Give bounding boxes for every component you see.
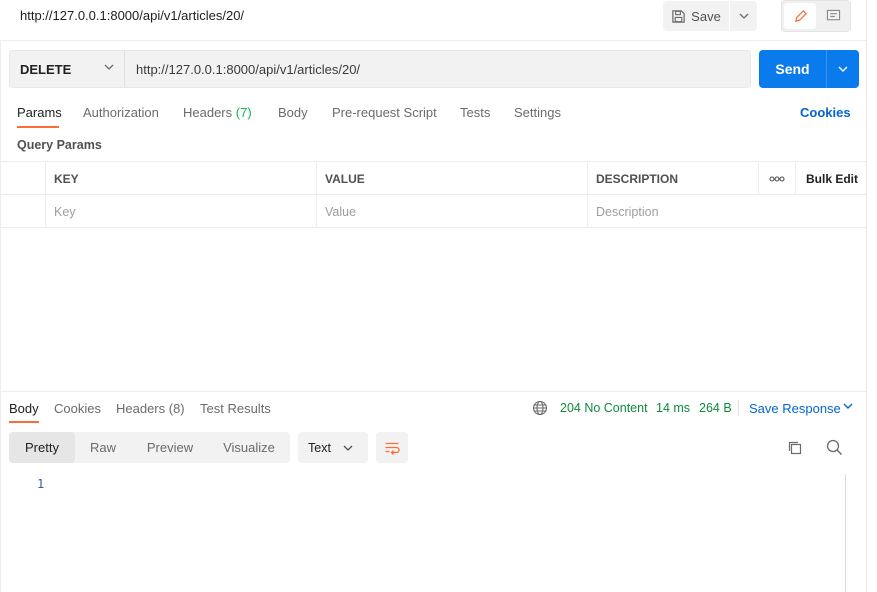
bulk-edit-button[interactable]: Bulk Edit xyxy=(796,162,866,195)
save-options-button[interactable] xyxy=(730,1,757,31)
response-pane xyxy=(0,391,866,592)
tab-authorization[interactable]: Authorization xyxy=(83,105,159,120)
response-tab-headers[interactable]: Headers (8) xyxy=(116,401,185,416)
status-divider xyxy=(738,400,739,416)
wrap-lines-button[interactable] xyxy=(376,432,408,463)
save-button-group: Save xyxy=(663,1,757,31)
key-column-header: KEY xyxy=(46,162,317,195)
table-header-row: KEY VALUE DESCRIPTION Bulk Edit xyxy=(0,162,866,195)
response-tab-test-results[interactable]: Test Results xyxy=(200,401,271,416)
value-column-header: VALUE xyxy=(317,162,588,195)
active-response-tab-indicator xyxy=(9,421,39,423)
tab-pre-request-script[interactable]: Pre-request Script xyxy=(332,105,437,120)
tab-headers-label: Headers xyxy=(183,105,233,120)
chevron-down-icon[interactable] xyxy=(104,64,114,70)
comments-mode-button[interactable] xyxy=(818,3,848,29)
tab-params[interactable]: Params xyxy=(17,105,62,120)
save-label: Save xyxy=(691,8,721,24)
copy-icon[interactable] xyxy=(787,440,803,456)
tab-settings[interactable]: Settings xyxy=(514,105,561,120)
wrap-lines-icon xyxy=(385,442,400,455)
send-button-group: Send xyxy=(759,50,859,88)
response-time[interactable]: 14 ms xyxy=(656,401,690,415)
globe-icon[interactable] xyxy=(532,400,548,416)
chevron-down-icon[interactable] xyxy=(843,403,853,409)
cookies-link[interactable]: Cookies xyxy=(800,105,851,120)
mode-toggle xyxy=(781,0,851,32)
format-select[interactable]: Text xyxy=(298,432,368,463)
tab-body[interactable]: Body xyxy=(278,105,308,120)
save-response-button[interactable]: Save Response xyxy=(749,401,841,416)
chevron-down-icon xyxy=(739,13,748,19)
row-checkbox-cell xyxy=(0,195,46,228)
view-mode-preview[interactable]: Preview xyxy=(133,432,207,463)
panel-border xyxy=(0,41,1,592)
more-horizontal-icon xyxy=(769,175,785,182)
tab-tests[interactable]: Tests xyxy=(460,105,490,120)
key-input[interactable]: Key xyxy=(46,195,317,228)
send-options-button[interactable] xyxy=(827,50,859,88)
save-icon xyxy=(672,9,685,23)
editor-scrollbar[interactable] xyxy=(845,474,846,592)
status-code[interactable]: 204 No Content xyxy=(560,401,648,415)
active-tab-indicator xyxy=(17,126,59,128)
request-header-bar: http://127.0.0.1:8000/api/v1/articles/20… xyxy=(0,0,866,41)
value-input[interactable]: Value xyxy=(317,195,588,228)
view-mode-visualize[interactable]: Visualize xyxy=(209,432,289,463)
view-mode-pretty[interactable]: Pretty xyxy=(9,432,75,463)
view-mode-raw[interactable]: Raw xyxy=(77,432,129,463)
format-select-value: Text xyxy=(308,440,331,455)
checkbox-column-header xyxy=(0,162,46,195)
pencil-icon xyxy=(794,9,807,22)
save-button[interactable]: Save xyxy=(663,1,730,31)
search-icon[interactable] xyxy=(826,439,843,456)
request-title[interactable]: http://127.0.0.1:8000/api/v1/articles/20… xyxy=(20,8,244,23)
view-mode-switcher: Pretty Raw Preview Visualize xyxy=(9,432,290,463)
description-input[interactable]: Description xyxy=(588,195,866,228)
edit-mode-button[interactable] xyxy=(784,3,816,29)
query-params-table: KEY VALUE DESCRIPTION Bulk Edit Key Valu… xyxy=(0,161,866,228)
response-tab-cookies[interactable]: Cookies xyxy=(54,401,101,416)
line-number: 1 xyxy=(37,477,45,491)
response-tab-body[interactable]: Body xyxy=(9,401,39,416)
response-size[interactable]: 264 B xyxy=(699,401,732,415)
comment-icon xyxy=(826,9,840,21)
send-button[interactable]: Send xyxy=(759,50,826,88)
chevron-down-icon xyxy=(343,445,353,451)
tab-headers-count: (7) xyxy=(235,105,252,120)
description-column-header: DESCRIPTION xyxy=(588,162,759,195)
panel-border xyxy=(866,0,867,592)
query-params-title: Query Params xyxy=(17,138,102,152)
more-options-button[interactable] xyxy=(759,162,796,195)
chevron-down-icon xyxy=(838,66,848,72)
url-bar: DELETE http://127.0.0.1:8000/api/v1/arti… xyxy=(9,50,751,88)
url-input[interactable]: http://127.0.0.1:8000/api/v1/articles/20… xyxy=(136,62,360,77)
tab-headers[interactable]: Headers (7) xyxy=(183,105,252,120)
table-row: Key Value Description xyxy=(0,195,866,228)
